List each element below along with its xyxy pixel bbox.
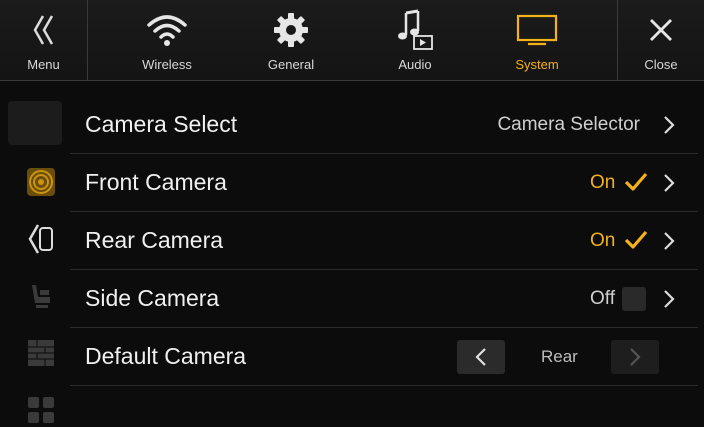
camera-settings-list: Camera Select Camera Selector Front Came… [70,96,698,386]
seat-icon[interactable] [22,277,60,315]
checkmark-icon[interactable] [623,170,649,194]
tab-system[interactable]: System [492,0,582,80]
music-note-icon [395,8,435,52]
grid-icon[interactable] [22,334,60,372]
default-camera-value: Rear [541,346,578,366]
tab-wireless[interactable]: Wireless [122,0,212,80]
row-title: Camera Select [85,111,238,137]
menu-label: Menu [27,57,60,72]
close-button[interactable]: Close [618,0,704,80]
chevron-right-icon [630,348,641,366]
system-label: System [515,57,559,72]
general-label: General [267,57,315,72]
divider [87,0,88,80]
chevron-left-icon [475,348,486,366]
row-value: On [590,171,616,193]
row-title: Default Camera [85,343,247,369]
row-value: Camera Selector [497,113,640,135]
side-camera-row[interactable]: Side Camera Off [70,270,698,328]
double-chevron-left-icon [32,8,56,52]
camera-settings-icon[interactable] [22,163,60,201]
default-camera-row: Default Camera Rear [70,328,698,386]
chevron-right-icon [664,232,675,250]
row-title: Side Camera [85,285,220,311]
tab-audio[interactable]: Audio [370,0,460,80]
gear-icon [273,8,309,52]
row-title: Rear Camera [85,227,224,253]
menu-button[interactable]: Menu [0,0,87,80]
wifi-icon [146,8,188,52]
side-icon-strip [0,81,70,423]
rear-camera-row[interactable]: Rear Camera On [70,212,698,270]
camera-direction-icon[interactable] [22,220,60,258]
apps-icon[interactable] [22,389,60,427]
wireless-label: Wireless [142,57,192,72]
audio-label: Audio [398,57,432,72]
close-label: Close [644,57,678,72]
row-title: Front Camera [85,169,227,195]
chevron-right-icon [664,116,675,134]
top-tab-bar: Menu Wireless General Audio System Close [0,0,704,81]
row-value: On [590,229,616,251]
chevron-right-icon [664,174,675,192]
tab-general[interactable]: General [246,0,336,80]
camera-select-row[interactable]: Camera Select Camera Selector [70,96,698,154]
sidebar-blank-item [8,101,62,145]
row-value: Off [590,287,615,309]
front-camera-row[interactable]: Front Camera On [70,154,698,212]
checkmark-icon[interactable] [623,228,649,252]
chevron-right-icon [664,290,675,308]
tv-screen-icon [516,8,558,52]
next-button[interactable] [611,340,659,374]
previous-button[interactable] [457,340,505,374]
side-camera-checkbox[interactable] [622,287,646,311]
close-icon [648,8,674,52]
